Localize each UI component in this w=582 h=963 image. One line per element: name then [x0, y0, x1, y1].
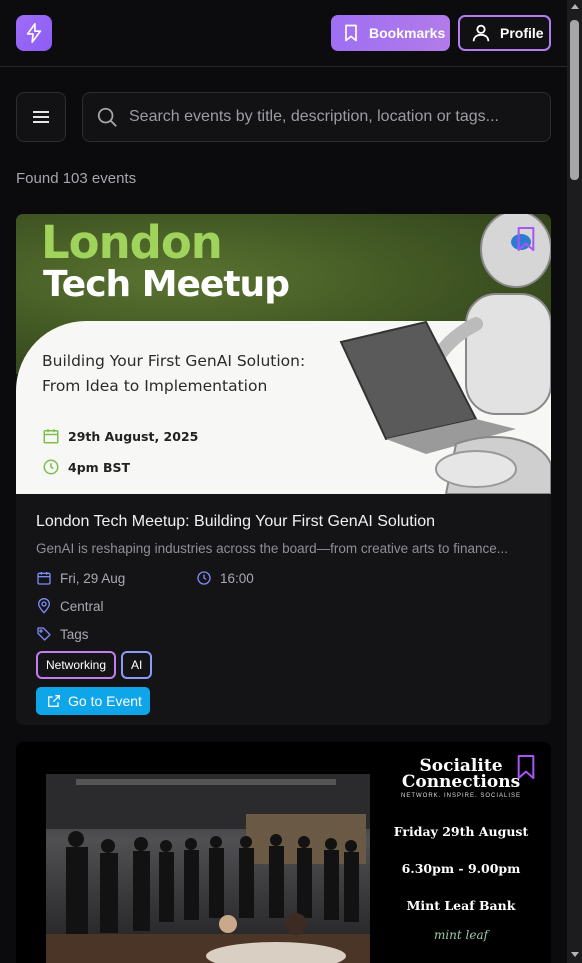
scroll-up-arrow-icon[interactable] [571, 4, 579, 9]
poster-time: 4pm BST [42, 458, 130, 476]
go-to-event-label: Go to Event [68, 693, 142, 709]
poster-subtitle-line2: From Idea to Implementation [42, 377, 268, 395]
event-location: Central [36, 598, 104, 614]
poster-brand-tagline: NETWORK. INSPIRE. SOCIALISE [400, 793, 522, 799]
event-location-text: Central [60, 598, 104, 614]
event-tags-label: Tags [60, 626, 89, 642]
scroll-down-arrow-icon[interactable] [571, 952, 579, 957]
bookmark-toggle-icon[interactable] [515, 226, 537, 252]
clock-icon [197, 571, 211, 585]
bookmark-toggle-icon[interactable] [515, 754, 537, 780]
event-card[interactable]: Socialite Connections NETWORK. INSPIRE. … [16, 742, 551, 963]
page-scrollbar[interactable] [567, 0, 582, 963]
sparkle-bolt-icon [26, 23, 42, 43]
event-title[interactable]: London Tech Meetup: Building Your First … [36, 513, 531, 531]
hamburger-icon [33, 111, 49, 123]
poster-venue-script: mint leaf [433, 928, 489, 942]
poster-date: Friday 29th August [393, 824, 529, 839]
tag-ai[interactable]: AI [121, 651, 153, 679]
external-link-icon [48, 695, 60, 707]
profile-label: Profile [500, 25, 544, 41]
crowd-photo-illustration [46, 774, 370, 963]
bookmarks-button[interactable]: Bookmarks [331, 15, 450, 51]
event-photo [46, 774, 370, 963]
bookmarks-label: Bookmarks [369, 25, 446, 41]
bookmark-icon [345, 24, 357, 42]
menu-button[interactable] [16, 92, 66, 142]
event-description: GenAI is reshaping industries across the… [36, 541, 508, 556]
clock-icon [43, 459, 59, 475]
event-tag-list: Networking AI [36, 651, 531, 679]
event-card[interactable]: London Tech Meetup Building Your First G… [16, 214, 551, 725]
poster-subtitle-line1: Building Your First GenAI Solution: [42, 352, 306, 370]
poster-venue: Mint Leaf Bank [406, 898, 516, 913]
user-icon [472, 24, 490, 42]
poster-brand-line2: Connections [401, 772, 521, 792]
poster-title-line2: Tech Meetup [43, 264, 290, 305]
event-location-row: Central [36, 592, 531, 620]
event-time: 16:00 [196, 570, 254, 586]
robot-illustration [339, 214, 551, 494]
event-date-text: Fri, 29 Aug [60, 570, 126, 586]
poster-date: 29th August, 2025 [42, 427, 198, 445]
map-pin-icon [37, 598, 51, 614]
event-card-body: London Tech Meetup: Building Your First … [16, 494, 551, 715]
calendar-icon [43, 429, 59, 444]
top-header: Bookmarks Profile [0, 0, 567, 67]
event-time-text: 16:00 [220, 570, 254, 586]
scrollbar-thumb[interactable] [570, 20, 579, 180]
tag-icon [37, 627, 51, 641]
poster-brand: Socialite Connections [386, 758, 536, 792]
search-input[interactable] [129, 108, 550, 126]
poster-time: 6.30pm - 9.00pm [401, 861, 521, 876]
go-to-event-button[interactable]: Go to Event [36, 687, 150, 715]
poster-time-text: 4pm BST [68, 459, 131, 475]
search-bar[interactable] [82, 92, 551, 142]
app-root: Bookmarks Profile Found 103 events Londo… [0, 0, 567, 963]
event-tags-heading: Tags [36, 626, 89, 642]
event-tags-row: Tags [36, 620, 531, 648]
poster-date-text: 29th August, 2025 [68, 428, 199, 444]
app-logo[interactable] [16, 15, 52, 51]
poster-subtitle: Building Your First GenAI Solution: From… [42, 349, 305, 399]
poster-title-line1: London [41, 216, 223, 269]
profile-button[interactable]: Profile [458, 15, 551, 51]
event-datetime-row: Fri, 29 Aug 16:00 [36, 564, 531, 592]
results-count: Found 103 events [16, 170, 137, 187]
event-date: Fri, 29 Aug [36, 570, 196, 586]
search-icon [97, 107, 117, 127]
tag-networking[interactable]: Networking [36, 651, 117, 679]
calendar-icon [37, 572, 51, 585]
event-poster: London Tech Meetup Building Your First G… [16, 214, 551, 494]
